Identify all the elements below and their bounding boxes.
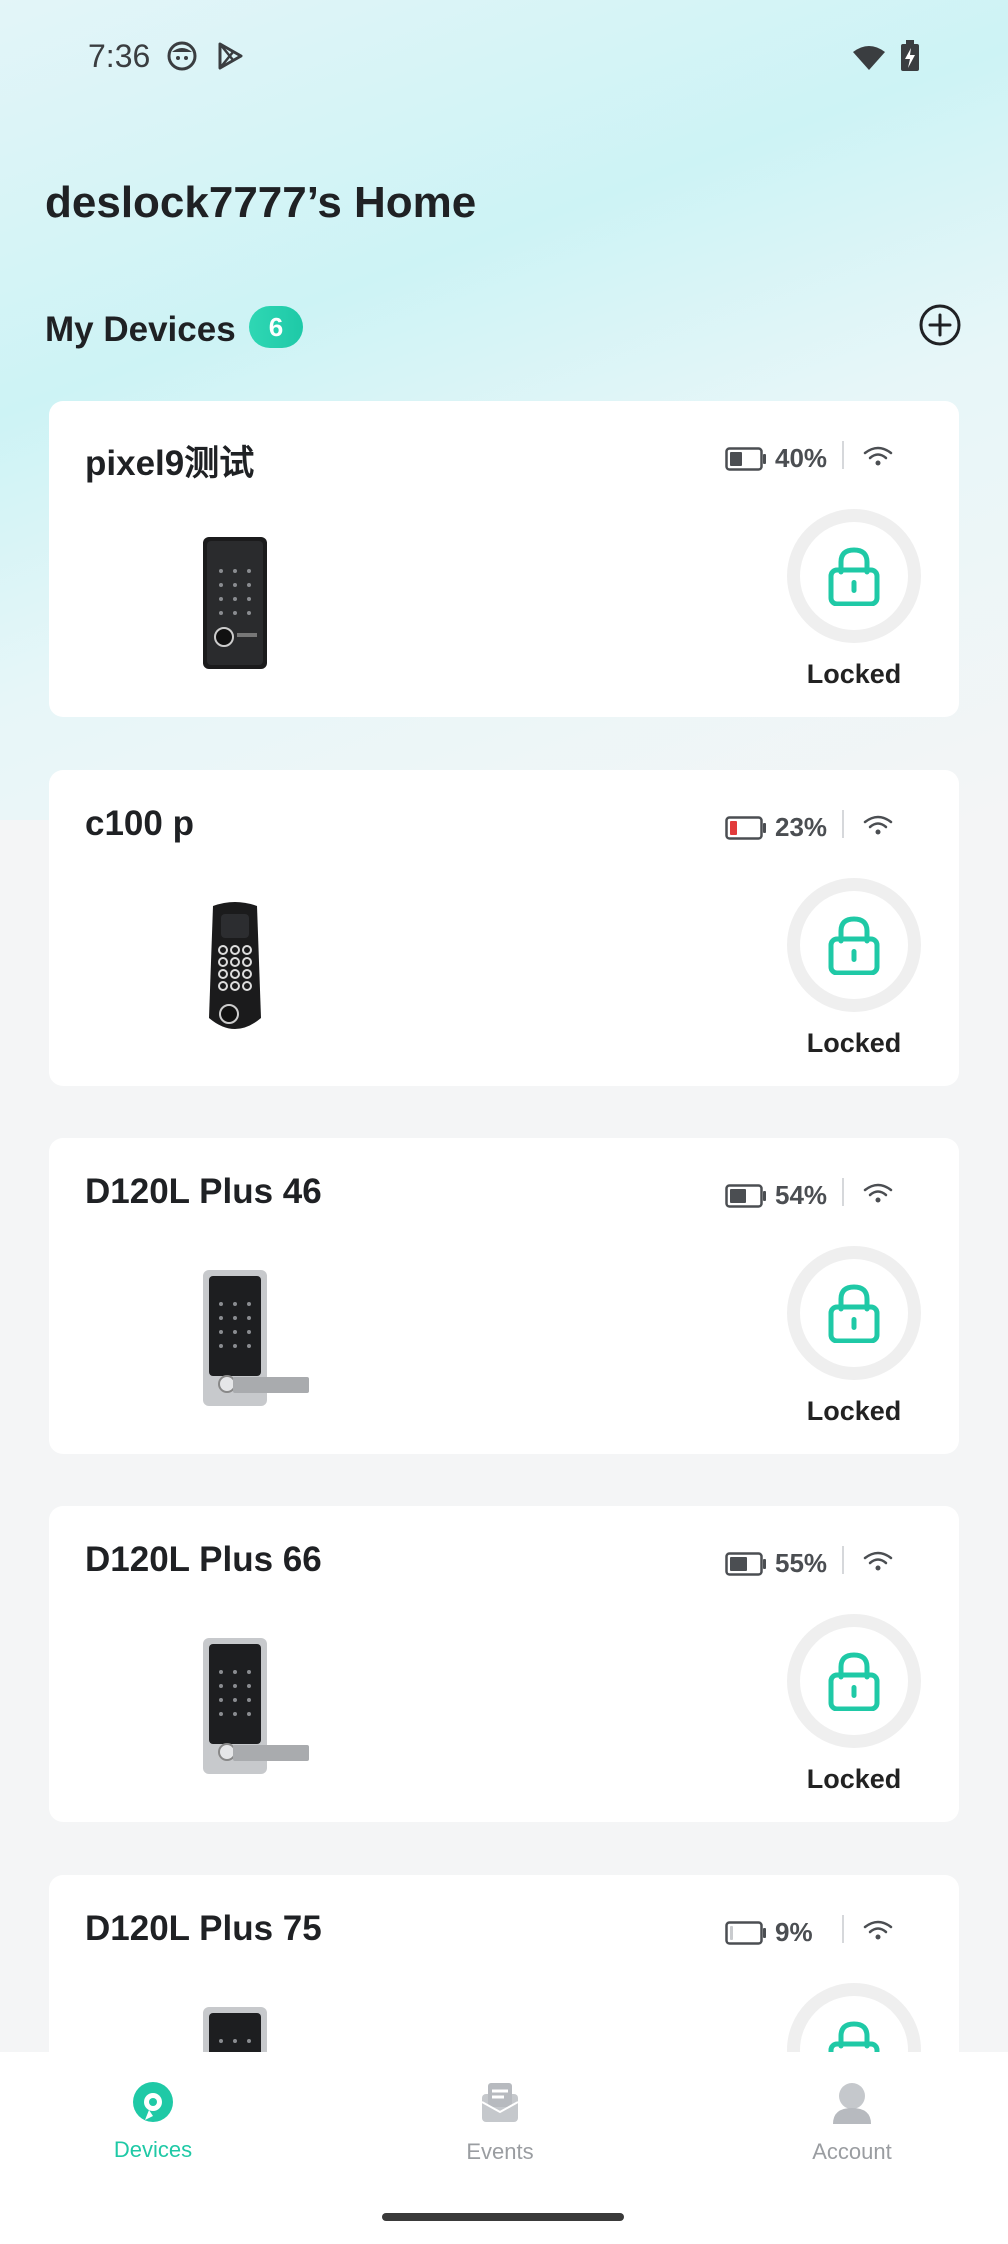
status-divider	[842, 1178, 844, 1206]
face-notification-icon	[166, 40, 198, 77]
plus-circle-icon	[919, 304, 961, 346]
wifi-icon	[863, 1920, 893, 1940]
device-card[interactable]: D120L Plus 46 54% Locked	[49, 1138, 959, 1454]
lock-status-label: Locked	[806, 1764, 902, 1794]
lock-product-image	[149, 1266, 309, 1406]
wifi-icon	[863, 446, 893, 466]
events-icon	[481, 2083, 519, 2122]
nav-events[interactable]: Events	[400, 2080, 600, 2165]
battery-percentage: 55%	[775, 1548, 828, 1578]
smart-lock-image	[203, 537, 267, 669]
lock-status-label: Locked	[806, 1396, 902, 1426]
device-count-badge: 6	[249, 306, 303, 348]
battery-charging-icon	[900, 40, 920, 77]
nav-devices-label: Devices	[113, 2137, 193, 2162]
nav-devices[interactable]: Devices	[53, 2080, 253, 2163]
status-divider	[842, 1915, 844, 1943]
device-status-group: 40%	[725, 439, 925, 479]
device-card[interactable]: pixel9测试 40% Locked	[49, 401, 959, 717]
lock-toggle-button[interactable]	[787, 1614, 921, 1748]
device-name: D120L Plus 75	[85, 1909, 322, 1948]
device-name: D120L Plus 46	[85, 1172, 322, 1211]
my-devices-header: My Devices 6	[45, 302, 963, 358]
battery-percentage: 9%	[775, 1917, 813, 1947]
nav-events-label: Events	[466, 2139, 534, 2164]
wifi-signal	[863, 1182, 893, 1204]
lock-toggle-button[interactable]	[787, 878, 921, 1012]
padlock-icon	[828, 1652, 880, 1711]
battery-percentage: 54%	[775, 1180, 828, 1210]
device-name: pixel9测试	[85, 444, 255, 483]
device-name: c100 p	[85, 804, 194, 843]
lock-status-label: Locked	[806, 659, 902, 689]
devices-icon	[133, 2082, 173, 2122]
wifi-signal	[863, 1550, 893, 1572]
battery-percentage: 23%	[775, 812, 828, 842]
add-device-button[interactable]	[917, 302, 963, 348]
wifi-icon	[863, 815, 893, 835]
nav-account[interactable]: Account	[752, 2080, 952, 2165]
status-time: 7:36	[88, 38, 151, 74]
wifi-signal	[863, 1919, 893, 1941]
nav-account-label: Account	[812, 2139, 892, 2164]
play-store-icon	[214, 40, 246, 77]
battery-icon	[725, 1184, 766, 1208]
status-divider	[842, 810, 844, 838]
wifi-icon	[863, 1551, 893, 1571]
device-status-group: 23%	[725, 808, 925, 848]
status-divider	[842, 1546, 844, 1574]
account-icon	[833, 2083, 871, 2124]
battery-icon	[725, 1552, 766, 1576]
smart-lock-image	[209, 902, 261, 1029]
wifi-signal	[863, 445, 893, 467]
smart-lock-image	[203, 1270, 309, 1406]
battery-icon	[725, 816, 766, 840]
lock-toggle-button[interactable]	[787, 509, 921, 643]
status-bar: 7:36	[0, 0, 1008, 120]
lock-product-image	[149, 1634, 309, 1774]
device-status-group: 9%	[725, 1913, 925, 1953]
device-card[interactable]: c100 p 23% Locked	[49, 770, 959, 1086]
wifi-icon	[863, 1183, 893, 1203]
section-title: My Devices	[45, 310, 236, 349]
lock-product-image	[149, 529, 269, 669]
wifi-signal	[863, 814, 893, 836]
battery-icon	[725, 447, 766, 471]
padlock-icon	[828, 547, 880, 606]
device-card[interactable]: D120L Plus 66 55% Locked	[49, 1506, 959, 1822]
status-divider	[842, 441, 844, 469]
battery-percentage: 40%	[775, 443, 828, 473]
lock-status-label: Locked	[806, 1028, 902, 1058]
device-name: D120L Plus 66	[85, 1540, 322, 1579]
smart-lock-image	[203, 1638, 309, 1774]
home-title[interactable]: deslock7777’s Home	[45, 178, 476, 228]
home-indicator[interactable]	[382, 2213, 624, 2221]
lock-toggle-button[interactable]	[787, 1246, 921, 1380]
lock-product-image	[149, 898, 269, 1038]
device-status-group: 55%	[725, 1544, 925, 1584]
battery-icon	[725, 1921, 766, 1945]
device-status-group: 54%	[725, 1176, 925, 1216]
padlock-icon	[828, 916, 880, 975]
padlock-icon	[828, 1284, 880, 1343]
wifi-status-icon	[852, 44, 886, 77]
